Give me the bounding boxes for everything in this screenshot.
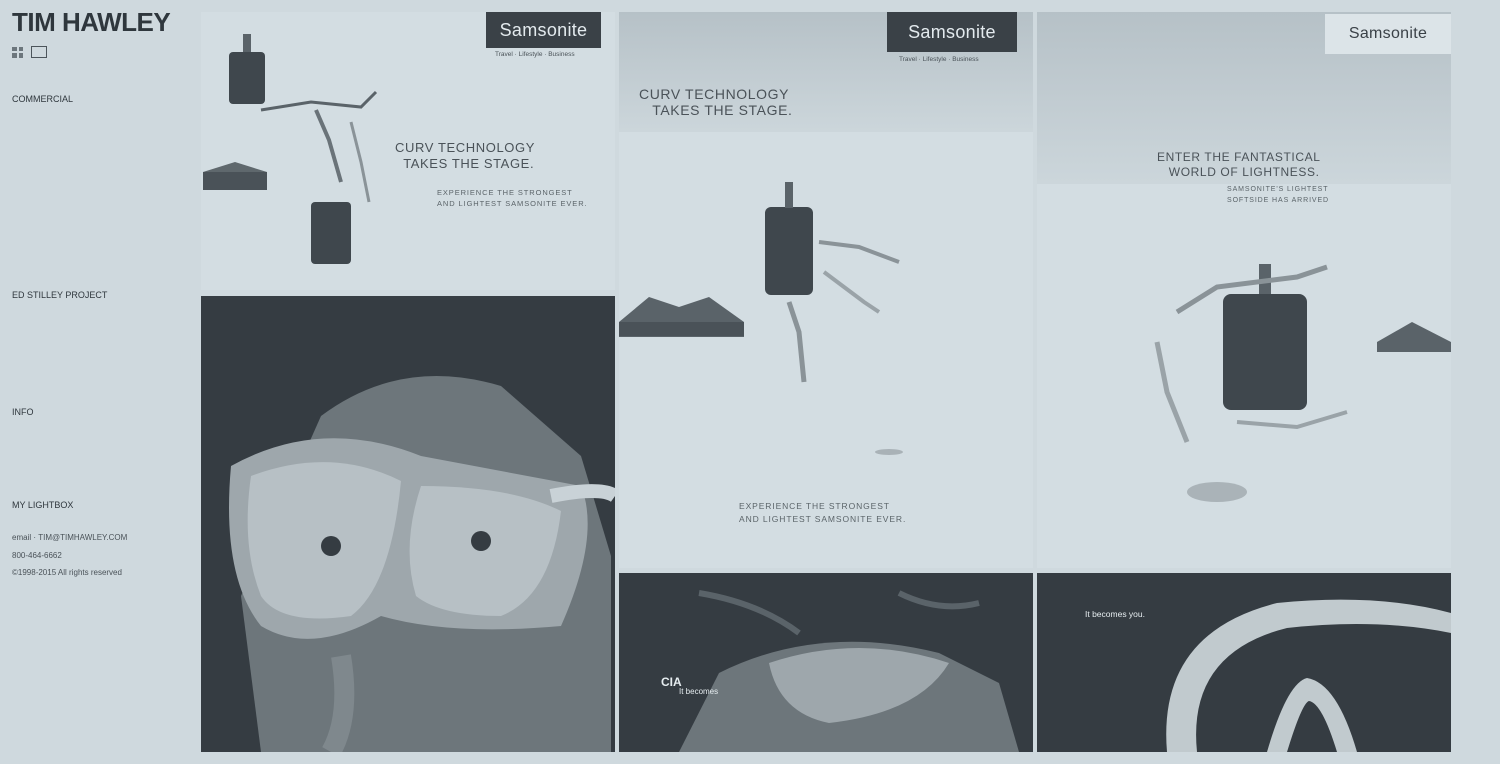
thumbnail-goggles-ad[interactable]: It becomes you.: [1037, 573, 1451, 752]
nav-section-heading[interactable]: ED STILLEY PROJECT: [12, 286, 107, 306]
view-toggle: [12, 46, 47, 58]
grid-view-icon[interactable]: [12, 46, 23, 58]
ad-subtext: EXPERIENCE THE STRONGEST AND LIGHTEST SA…: [739, 501, 907, 524]
snorkel-mask-illustration: [229, 376, 615, 752]
ad-subtext: EXPERIENCE THE STRONGEST AND LIGHTEST SA…: [437, 188, 588, 208]
nav-section-heading[interactable]: INFO: [12, 403, 107, 423]
nav-item[interactable]: [12, 266, 107, 286]
nav-item[interactable]: [12, 305, 107, 325]
email-link[interactable]: TIM@TIMHAWLEY.COM: [38, 533, 127, 542]
thumbnail-samsonite-ad-3[interactable]: Samsonite ENTER THE FANTASTICAL WORLD OF…: [1037, 12, 1451, 568]
copyright: ©1998-2015 All rights reserved: [12, 568, 122, 577]
nav-item[interactable]: [12, 325, 107, 345]
nav-item[interactable]: [12, 70, 107, 90]
underwater-illustration: [679, 590, 1019, 752]
nav-item[interactable]: [12, 462, 107, 482]
contact-info: email · TIM@TIMHAWLEY.COM 800-464-6662 ©…: [12, 529, 127, 582]
ad-tagline: It becomes: [679, 687, 719, 696]
site-title[interactable]: TIM HAWLEY: [12, 6, 171, 38]
nav-item[interactable]: [12, 442, 107, 462]
nav-item[interactable]: [12, 207, 107, 227]
thumbnail-samsonite-ad-1[interactable]: Samsonite Travel · Lifestyle · Business …: [201, 12, 615, 290]
nav-item[interactable]: [12, 129, 107, 149]
nav-section-heading[interactable]: COMMERCIAL: [12, 90, 107, 110]
single-view-icon[interactable]: [31, 46, 47, 58]
email-row: email · TIM@TIMHAWLEY.COM: [12, 533, 128, 542]
sidebar: TIM HAWLEY COMMERCIAL ED STILLEY PROJECT I…: [0, 0, 200, 764]
my-lightbox-link[interactable]: MY LIGHTBOX: [12, 500, 73, 510]
nav-item[interactable]: [12, 246, 107, 266]
nav-item[interactable]: [12, 188, 107, 208]
acrobat-suitcase-illustration: [619, 182, 903, 455]
nav-item[interactable]: [12, 364, 107, 384]
nav-item[interactable]: [12, 344, 107, 364]
ad-headline: CURV TECHNOLOGY TAKES THE STAGE.: [395, 140, 535, 171]
email-label: email: [12, 533, 32, 542]
acrobat-suitcase-illustration: [1154, 264, 1451, 502]
thumbnail-snorkel-portrait[interactable]: [201, 296, 615, 752]
nav-item[interactable]: [12, 168, 107, 188]
nav-menu: COMMERCIAL ED STILLEY PROJECT INFO: [12, 70, 107, 481]
nav-item[interactable]: [12, 148, 107, 168]
goggles-illustration: [1166, 599, 1451, 752]
nav-item[interactable]: [12, 384, 107, 404]
phone-number: 800-464-6662: [12, 550, 62, 560]
nav-item[interactable]: [12, 227, 107, 247]
nav-item[interactable]: [12, 423, 107, 443]
thumbnail-samsonite-ad-2[interactable]: Samsonite Travel · Lifestyle · Business …: [619, 12, 1033, 568]
nav-item[interactable]: [12, 109, 107, 129]
thumbnail-underwater-ad[interactable]: CIA It becomes: [619, 573, 1033, 752]
